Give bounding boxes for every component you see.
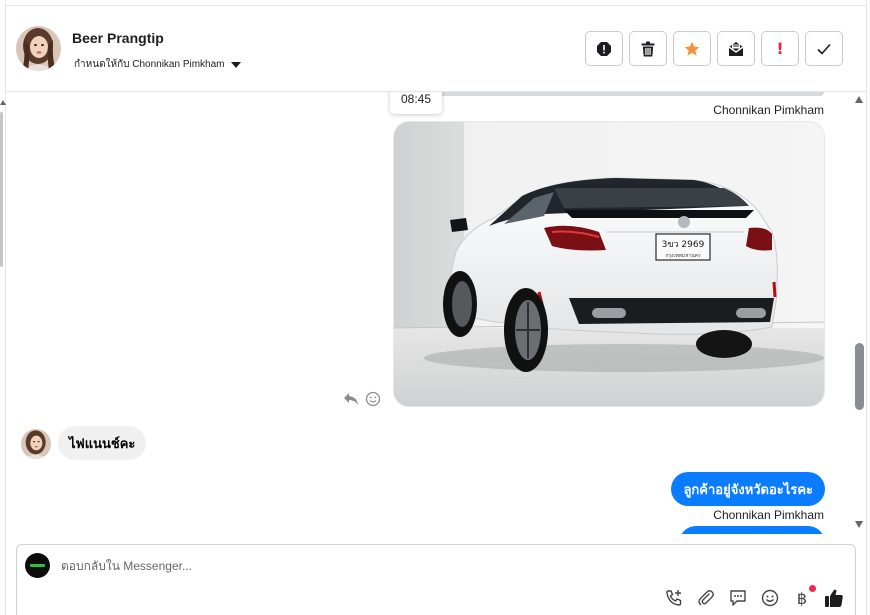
exclamation-icon: ! (776, 39, 784, 58)
mark-unread-icon (728, 41, 744, 56)
assigned-to-dropdown[interactable]: กำหนดให้กับ Chonnikan Pimkham (74, 57, 241, 72)
svg-text:3ขว 2969: 3ขว 2969 (662, 240, 705, 250)
reply-icon[interactable] (343, 392, 359, 406)
follow-up-button[interactable]: ! (761, 31, 799, 66)
sender-name: Chonnikan Pimkham (713, 103, 824, 117)
page-avatar (25, 553, 50, 578)
call-button[interactable] (664, 588, 684, 608)
thumbs-up-icon (825, 589, 843, 607)
star-button[interactable] (673, 31, 711, 66)
spam-icon (597, 41, 611, 56)
composer-toolbar: ฿ (664, 585, 844, 608)
trash-icon (641, 41, 655, 56)
contact-name[interactable]: Beer Prangtip (72, 30, 164, 46)
contact-avatar[interactable] (16, 26, 61, 71)
reply-composer: ฿ (16, 544, 856, 615)
svg-text:กรุงเทพมหานคร: กรุงเทพมหานคร (665, 253, 701, 259)
car-photo-image: 3ขว 2969 กรุงเทพมหานคร (394, 122, 824, 406)
like-button[interactable] (824, 588, 844, 608)
check-icon (817, 43, 831, 55)
react-emoji-icon[interactable] (365, 391, 381, 407)
mark-unread-button[interactable] (717, 31, 755, 66)
paperclip-icon (698, 590, 714, 606)
conversation-header: Beer Prangtip กำหนดให้กับ Chonnikan Pimk… (6, 6, 866, 92)
outgoing-message-bubble-partial[interactable] (679, 526, 825, 534)
payment-button[interactable]: ฿ (792, 585, 816, 608)
notification-dot (809, 585, 816, 592)
incoming-message-bubble[interactable]: ไฟแนนช์คะ (58, 426, 147, 460)
sender-name: Chonnikan Pimkham (713, 508, 824, 522)
phone-add-icon (666, 590, 682, 606)
mark-spam-button[interactable] (585, 31, 623, 66)
reply-input[interactable] (61, 559, 621, 573)
left-scroll-thumb[interactable] (0, 112, 3, 267)
thread-scroll-up-icon[interactable] (855, 96, 863, 103)
mark-done-button[interactable] (805, 31, 843, 66)
attach-button[interactable] (696, 588, 716, 608)
contact-avatar-small[interactable] (21, 429, 51, 459)
saved-replies-button[interactable] (728, 588, 748, 608)
timestamp-tooltip: 08:45 (390, 92, 442, 114)
thread-scroll-thumb[interactable] (855, 343, 864, 410)
caret-down-icon (230, 62, 241, 68)
previous-image-edge (440, 92, 824, 96)
star-icon (684, 41, 700, 56)
conversation-actions: ! (585, 31, 843, 66)
outgoing-message-bubble[interactable]: ลูกค้าอยู่จังหวัดอะไรคะ (671, 472, 825, 506)
emoji-button[interactable] (760, 588, 780, 608)
message-hover-tools (343, 391, 381, 407)
message-thread[interactable]: Chonnikan Pimkham 3ขว 2969 กรุงเทพมหานคร… (6, 92, 850, 534)
saved-reply-icon (730, 590, 746, 606)
assigned-label: กำหนดให้กับ Chonnikan Pimkham (74, 59, 225, 70)
image-message[interactable]: 3ขว 2969 กรุงเทพมหานคร (393, 121, 825, 407)
baht-icon: ฿ (796, 588, 808, 608)
thread-scroll-down-icon[interactable] (855, 521, 863, 528)
emoji-icon (761, 589, 779, 607)
delete-button[interactable] (629, 31, 667, 66)
